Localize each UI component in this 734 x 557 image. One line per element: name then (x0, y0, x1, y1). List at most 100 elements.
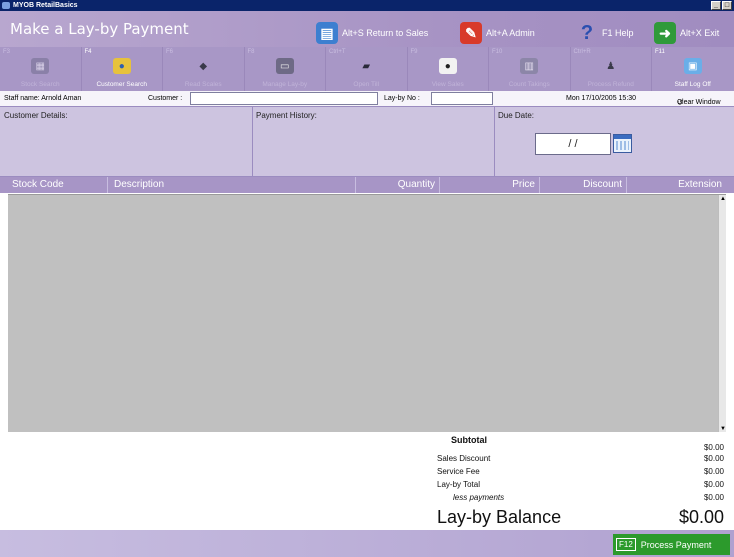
process-payment-button[interactable]: F12 Process Payment (613, 534, 730, 555)
totals-panel: Subtotal $0.00 Sales Discount $0.00 Serv… (0, 432, 734, 530)
admin-button[interactable]: ✎ Alt+A Admin (460, 21, 535, 45)
read-scales-key: F6 (166, 49, 174, 55)
subtotal-label: Subtotal (451, 435, 487, 445)
window-title: MYOB RetailBasics (13, 2, 78, 9)
lay-by-icon: ▭ (275, 58, 294, 74)
log-off-icon: ▣ (683, 58, 702, 74)
manage-lay-by-key: F8 (247, 49, 255, 55)
open-till-key: Ctrl+T (329, 49, 346, 55)
view-sales-icon: ● (438, 58, 457, 74)
view-sales-button[interactable]: F9 ● View Sales (408, 47, 489, 91)
count-takings-key: F10 (492, 49, 503, 55)
less-payments-label: less payments (453, 493, 505, 502)
info-strip: Staff name: Arnold Aman Customer : Lay-b… (0, 91, 734, 107)
service-fee-value: $0.00 (703, 467, 724, 476)
exit-label: Alt+X Exit (680, 28, 720, 38)
customer-input[interactable] (190, 92, 378, 105)
stock-search-key: F3 (3, 49, 11, 55)
process-refund-button[interactable]: Ctrl+R ♟ Process Refund (571, 47, 652, 91)
open-till-button[interactable]: Ctrl+T ▰ Open Till (326, 47, 408, 91)
footer-bar: F12 Process Payment (0, 530, 734, 557)
return-to-sales-button[interactable]: ▤ Alt+S Return to Sales (316, 21, 428, 45)
count-takings-button[interactable]: F10 ▥ Count Takings (489, 47, 571, 91)
layby-label: Lay-by No : (384, 95, 420, 102)
page-header: Make a Lay-by Payment ▤ Alt+S Return to … (0, 11, 734, 47)
items-table-header: Stock Code Description Quantity Price Di… (0, 177, 734, 193)
customer-search-label: Customer Search (96, 81, 148, 88)
due-date-label: Due Date: (498, 111, 535, 120)
customer-search-button[interactable]: F4 ● Customer Search (82, 47, 163, 91)
minimize-button[interactable]: _ (711, 1, 721, 10)
view-sales-label: View Sales (431, 81, 464, 88)
count-takings-label: Count Takings (508, 81, 550, 88)
less-payments-value: $0.00 (703, 493, 724, 502)
layby-balance-value: $0.00 (678, 507, 724, 527)
process-refund-key: Ctrl+R (573, 49, 591, 55)
process-payment-key: F12 (616, 538, 636, 551)
vertical-scrollbar[interactable]: ▲ ▼ (718, 195, 726, 433)
column-description[interactable]: Description (110, 177, 356, 193)
details-panel: Customer Details: Payment History: Due D… (0, 107, 734, 177)
customer-label: Customer : (148, 95, 183, 102)
help-label: F1 Help (602, 28, 634, 38)
staff-log-off-button[interactable]: F11 ▣ Staff Log Off (652, 47, 734, 91)
open-till-label: Open Till (353, 81, 380, 88)
service-fee-label: Service Fee (437, 467, 480, 476)
function-toolbar: F3 ▦ Stock Search F4 ● Customer Search F… (0, 47, 734, 91)
view-sales-key: F9 (410, 49, 418, 55)
subtotal-value: $0.00 (703, 443, 724, 452)
customer-search-icon: ● (112, 58, 131, 74)
customer-search-key: F4 (84, 49, 92, 55)
layby-total-value: $0.00 (703, 480, 724, 489)
sales-discount-value: $0.00 (703, 454, 724, 463)
manage-lay-by-label: Manage Lay-by (262, 81, 308, 88)
refund-icon: ♟ (606, 60, 616, 72)
page-title: Make a Lay-by Payment (10, 20, 189, 38)
return-to-sales-label: Alt+S Return to Sales (342, 28, 429, 38)
admin-label: Alt+A Admin (486, 28, 535, 38)
customer-details-label: Customer Details: (4, 111, 68, 120)
staff-log-off-key: F11 (655, 49, 665, 55)
column-price[interactable]: Price (440, 177, 540, 193)
clear-window-icon: ↺ (677, 100, 683, 107)
window-controls: _ □ (711, 1, 732, 10)
maximize-button[interactable]: □ (722, 1, 732, 10)
column-stock-code[interactable]: Stock Code (8, 177, 108, 193)
read-scales-button[interactable]: F6 ◆ Read Scales (163, 47, 245, 91)
stock-search-label: Stock Search (20, 81, 60, 88)
layby-balance-label: Lay-by Balance (437, 507, 562, 527)
column-quantity[interactable]: Quantity (356, 177, 440, 193)
sales-discount-label: Sales Discount (437, 454, 491, 463)
window-titlebar: MYOB RetailBasics _ □ (0, 0, 734, 11)
details-divider (494, 107, 495, 177)
due-date-input[interactable]: / / (535, 133, 611, 155)
clear-window-label: Clear Window (677, 99, 721, 106)
column-extension[interactable]: Extension (627, 177, 726, 193)
column-discount[interactable]: Discount (540, 177, 627, 193)
count-takings-icon: ▥ (520, 58, 539, 74)
exit-icon: ➜ (654, 22, 676, 44)
help-icon: ? (580, 21, 594, 44)
process-payment-label: Process Payment (640, 539, 712, 550)
process-refund-label: Process Refund (587, 81, 634, 88)
details-divider (252, 107, 253, 177)
manage-lay-by-button[interactable]: F8 ▭ Manage Lay-by (245, 47, 326, 91)
staff-name: Staff name: Arnold Aman (4, 95, 82, 102)
stock-search-icon: ▦ (31, 58, 50, 74)
stock-search-button[interactable]: F3 ▦ Stock Search (0, 47, 82, 91)
till-icon: ▰ (362, 60, 371, 72)
read-scales-label: Read Scales (184, 81, 222, 88)
exit-button[interactable]: ➜ Alt+X Exit (654, 21, 719, 45)
payment-history-label: Payment History: (256, 111, 317, 120)
help-button[interactable]: ? F1 Help (576, 21, 634, 45)
items-grid[interactable]: ▲ ▼ (8, 194, 726, 433)
admin-icon: ✎ (460, 22, 482, 44)
layby-number-input[interactable] (431, 92, 493, 105)
scroll-up-icon[interactable]: ▲ (719, 195, 727, 203)
calendar-icon[interactable] (613, 134, 632, 153)
staff-log-off-label: Staff Log Off (674, 81, 711, 88)
app-icon (2, 2, 10, 9)
datetime: Mon 17/10/2005 15:30 (566, 95, 637, 102)
layby-total-label: Lay-by Total (437, 480, 480, 489)
register-icon: ▤ (316, 22, 338, 44)
